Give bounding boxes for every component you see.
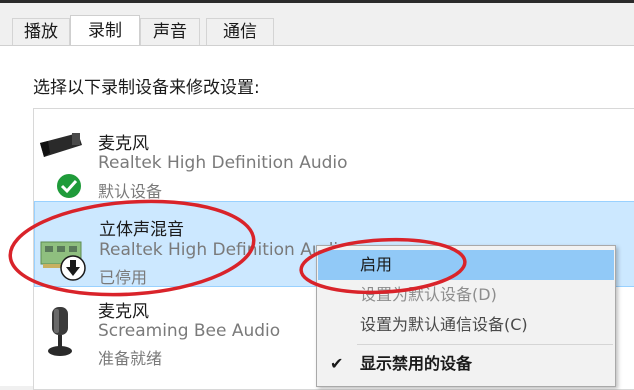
microphone-icon [48, 307, 72, 356]
menu-item-enable[interactable]: 启用 [318, 250, 614, 280]
disabled-down-arrow-badge [60, 255, 86, 281]
device-driver: Realtek High Definition Audio [98, 153, 348, 173]
context-menu: 启用 设置为默认设备(D) 设置为默认通信设备(C) ✔ 显示禁用的设备 [316, 245, 616, 387]
tab-communications[interactable]: 通信 [206, 18, 274, 45]
menu-separator [357, 344, 613, 345]
device-name: 麦克风 [98, 302, 149, 322]
instruction-text: 选择以下录制设备来修改设置: [33, 78, 260, 98]
tab-recording-active[interactable]: 录制 [70, 15, 140, 46]
menu-item-set-default[interactable]: 设置为默认设备(D) [318, 280, 614, 310]
device-row[interactable]: 麦克风 Realtek High Definition Audio 默认设备 [34, 115, 634, 201]
device-status: 默认设备 [98, 182, 163, 201]
device-name: 立体声混音 [99, 220, 184, 240]
tab-recording[interactable]: 声音 [140, 18, 200, 45]
menu-item-show-disabled[interactable]: ✔ 显示禁用的设备 [318, 349, 614, 379]
device-driver: Realtek High Definition Audio [99, 240, 349, 260]
window-top-border [0, 0, 634, 3]
green-check-badge [55, 172, 83, 200]
device-name: 麦克风 [98, 134, 149, 154]
device-status: 准备就绪 [98, 349, 163, 368]
device-driver: Screaming Bee Audio [98, 321, 281, 341]
menu-item-set-default-communication[interactable]: 设置为默认通信设备(C) [318, 310, 614, 340]
device-status: 已停用 [99, 268, 148, 287]
tab-playback[interactable]: 播放 [12, 18, 70, 45]
check-icon: ✔ [330, 354, 344, 373]
